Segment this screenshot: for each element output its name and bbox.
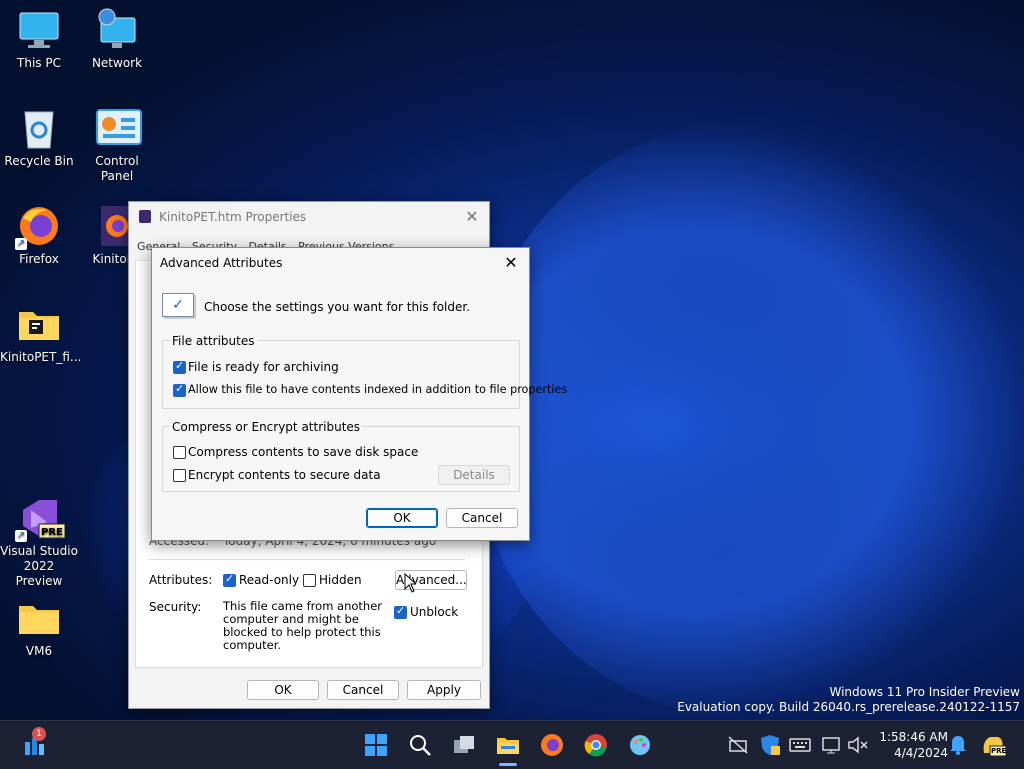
windows-watermark: Windows 11 Pro Insider Preview Evaluatio… — [677, 685, 1020, 715]
active-app-indicator — [499, 763, 517, 766]
security-label: Security: — [149, 600, 202, 614]
file-attributes-group — [162, 340, 520, 409]
desktop-icon-label: Visual Studio 2022 Preview — [0, 544, 78, 588]
clock-time: 1:58:46 AM — [879, 730, 948, 744]
properties-title: KinitoPET.htm Properties — [159, 210, 307, 224]
mouse-cursor-icon — [404, 573, 416, 593]
encrypt-label: Encrypt contents to secure data — [188, 468, 381, 482]
attributes-label: Attributes: — [149, 573, 213, 587]
compress-checkbox[interactable] — [173, 446, 186, 459]
desktop-icon-recycle-bin[interactable]: Recycle Bin — [0, 106, 78, 169]
details-button[interactable]: Details — [438, 465, 510, 485]
unblock-label: Unblock — [410, 605, 459, 619]
desktop-icon-label: Recycle Bin — [4, 154, 74, 168]
dialog-cancel-button[interactable]: Cancel — [446, 508, 518, 528]
network-icon — [95, 8, 139, 52]
dialog-titlebar[interactable]: Advanced Attributes ✕ — [152, 248, 529, 278]
desktop-icon-this-pc[interactable]: This PC — [0, 8, 78, 71]
desktop-icon-firefox[interactable]: ↗ Firefox — [0, 204, 78, 267]
desktop-icon-control-panel[interactable]: Control Panel — [78, 106, 156, 184]
recycle-bin-icon — [17, 106, 61, 150]
notification-bell-icon[interactable] — [946, 733, 970, 757]
taskbar: 1 1:58:46 AM 4/4/2024 PRE — [0, 720, 1024, 769]
firefox-icon: ↗ — [15, 204, 61, 250]
folder-icon — [17, 302, 61, 346]
readonly-checkbox[interactable] — [223, 572, 236, 587]
file-attributes-title: File attributes — [170, 334, 257, 348]
shortcut-arrow-icon: ↗ — [15, 530, 27, 542]
hidden-checkbox[interactable] — [303, 574, 316, 587]
compress-label: Compress contents to save disk space — [188, 445, 419, 459]
properties-apply-button[interactable]: Apply — [407, 680, 481, 700]
desktop-icon-label: Network — [91, 56, 143, 70]
close-icon[interactable]: ✕ — [455, 202, 489, 232]
compress-encrypt-title: Compress or Encrypt attributes — [170, 420, 363, 434]
widgets-icon[interactable]: 1 — [22, 727, 46, 757]
archive-label: File is ready for archiving — [188, 360, 339, 374]
index-label: Allow this file to have contents indexed… — [188, 383, 568, 396]
readonly-label: Read-only — [239, 573, 300, 587]
desktop-icon-label: VM6 — [25, 644, 53, 658]
security-text: This file came from another computer and… — [223, 599, 383, 652]
close-icon[interactable]: ✕ — [499, 252, 523, 274]
desktop-icon-kinitopet-folder[interactable]: KinitoPET_fi... — [0, 302, 82, 365]
advanced-attributes-dialog: Advanced Attributes ✕ ✓ Choose the setti… — [151, 247, 567, 541]
control-panel-icon — [95, 106, 142, 150]
clock[interactable]: 1:58:46 AM 4/4/2024 — [872, 729, 948, 761]
svg-text:PRE: PRE — [41, 527, 63, 538]
wallpaper-swirl — [470, 120, 1024, 720]
index-checkbox[interactable] — [173, 382, 186, 397]
visual-studio-icon: PRE ↗ — [15, 496, 66, 542]
monitor-icon — [17, 8, 61, 52]
watermark-line2: Evaluation copy. Build 26040.rs_prerelea… — [677, 700, 1020, 714]
file-explorer-icon[interactable] — [496, 733, 520, 766]
desktop-icon-label: Firefox — [19, 252, 59, 266]
dialog-intro: Choose the settings you want for this fo… — [204, 300, 471, 314]
watermark-line1: Windows 11 Pro Insider Preview — [829, 685, 1020, 699]
copilot-icon[interactable]: PRE — [980, 733, 1007, 757]
display-network-icon[interactable] — [820, 733, 844, 757]
hidden-label: Hidden — [319, 573, 362, 587]
desktop-icon-visual-studio[interactable]: PRE ↗ Visual Studio 2022 Preview — [0, 496, 78, 589]
security-shield-icon[interactable] — [758, 733, 782, 757]
properties-ok-button[interactable]: OK — [247, 680, 319, 700]
shortcut-arrow-icon: ↗ — [15, 238, 27, 250]
clock-date: 4/4/2024 — [894, 746, 948, 760]
search-icon[interactable] — [408, 733, 432, 757]
widgets-badge: 1 — [32, 727, 46, 741]
chrome-icon[interactable] — [584, 733, 608, 757]
properties-titlebar[interactable]: KinitoPET.htm Properties ✕ — [129, 202, 489, 232]
start-icon[interactable] — [364, 733, 388, 757]
desktop-icon-label: This PC — [17, 56, 61, 70]
paint-icon[interactable] — [628, 733, 652, 757]
properties-cancel-button[interactable]: Cancel — [327, 680, 399, 700]
task-view-icon[interactable] — [452, 733, 476, 757]
volume-muted-icon[interactable] — [846, 733, 870, 757]
desktop-icon-network[interactable]: Network — [78, 8, 156, 71]
archive-checkbox[interactable] — [173, 359, 186, 374]
network-status-icon[interactable] — [726, 733, 750, 757]
desktop-icon-label: KinitoPET_fi... — [0, 350, 82, 364]
copilot-badge: PRE — [991, 747, 1007, 755]
keyboard-icon[interactable] — [788, 733, 812, 757]
firefox-taskbar-icon[interactable] — [540, 733, 564, 757]
dialog-title: Advanced Attributes — [160, 256, 283, 270]
folder-check-icon: ✓ — [162, 293, 194, 317]
unblock-checkbox[interactable] — [394, 604, 407, 619]
desktop-icon-label: Control Panel — [95, 154, 139, 183]
desktop-icon-vm6[interactable]: VM6 — [0, 596, 78, 659]
encrypt-checkbox[interactable] — [173, 469, 186, 482]
dialog-ok-button[interactable]: OK — [366, 508, 438, 528]
divider — [149, 559, 465, 560]
folder-icon — [17, 596, 61, 640]
file-icon — [139, 210, 151, 223]
